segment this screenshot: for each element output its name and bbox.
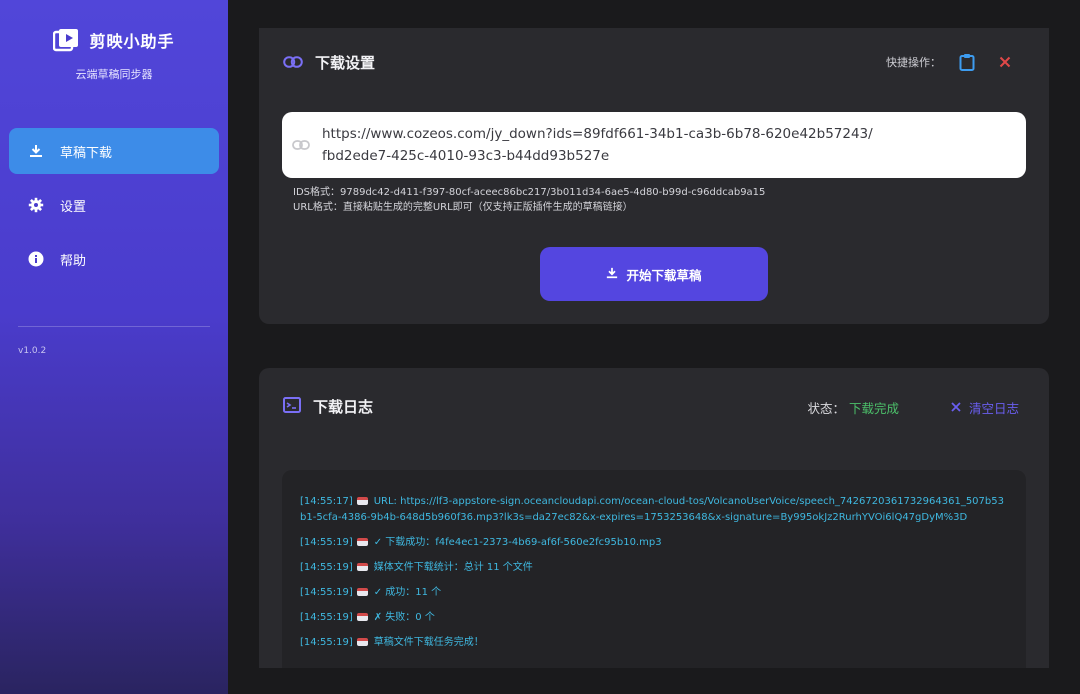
- start-download-label: 开始下载草稿: [626, 267, 702, 283]
- sidebar-item-label: 设置: [60, 199, 87, 215]
- version-label: v1.0.2: [18, 346, 47, 356]
- url-input[interactable]: https://www.cozeos.com/jy_down?ids=89fdf…: [282, 112, 1026, 178]
- panel-header: 下载日志: [283, 396, 373, 417]
- gear-icon: [28, 197, 44, 213]
- log-emoji-icon: [356, 588, 368, 596]
- log-line: [14:55:19] ✓ 成功：11 个: [300, 587, 442, 598]
- link-icon: [283, 53, 303, 72]
- panel-title: 下载日志: [313, 398, 374, 416]
- url-input-value[interactable]: https://www.cozeos.com/jy_down?ids=89fdf…: [322, 123, 1012, 167]
- log-line: [14:55:19] ✓ 下载成功：f4fe4ec1-2373-4b69-af6f…: [300, 537, 662, 548]
- sidebar-item-help[interactable]: 帮助: [9, 236, 219, 282]
- log-output[interactable]: [14:55:17] URL: https://lf3-appstore-sign…: [282, 470, 1026, 668]
- close-icon: [951, 400, 961, 415]
- close-icon[interactable]: [993, 50, 1017, 74]
- clear-log-label: 清空日志: [968, 401, 1019, 416]
- url-format-hint: URL格式：直接粘贴生成的完整URL即可（仅支持正版插件生成的草稿链接）: [293, 202, 633, 213]
- quick-actions: 快捷操作：: [886, 50, 1017, 74]
- terminal-icon: [283, 396, 301, 417]
- sidebar-nav: 草稿下载 设置 帮助: [9, 128, 219, 290]
- status-badge: 下载完成: [848, 401, 899, 416]
- app-title: 剪映小助手: [89, 32, 175, 51]
- log-emoji-icon: [356, 538, 368, 546]
- log-line: [14:55:19] 草稿文件下载任务完成！: [300, 637, 484, 648]
- panel-title: 下载设置: [315, 54, 376, 72]
- panel-header: 下载设置: [283, 52, 375, 73]
- download-icon: [606, 267, 618, 282]
- sidebar: 剪映小助手 云端草稿同步器 草稿下载 设置 帮助 v1.0.2: [0, 0, 228, 694]
- start-download-button[interactable]: 开始下载草稿: [540, 247, 768, 301]
- log-line: [14:55:19] ✗ 失败：0 个: [300, 612, 435, 623]
- log-line: [14:55:17] URL: https://lf3-appstore-sign…: [300, 496, 1004, 523]
- sidebar-divider: [18, 326, 210, 327]
- log-emoji-icon: [356, 497, 368, 505]
- sidebar-item-draft-download[interactable]: 草稿下载: [9, 128, 219, 174]
- paste-clipboard-icon[interactable]: [955, 50, 979, 74]
- link-icon: [292, 136, 310, 155]
- status-indicator: 状态： 下载完成: [807, 398, 899, 417]
- log-line: [14:55:19] 媒体文件下载统计：总计 11 个文件: [300, 562, 533, 573]
- ids-format-hint: IDS格式：9789dc42-d411-f397-80cf-aceec86bc2…: [293, 187, 766, 198]
- download-settings-panel: 下载设置 快捷操作： https://www.cozeos.com/jy_dow…: [259, 28, 1049, 324]
- sidebar-item-label: 草稿下载: [60, 145, 113, 161]
- video-logo-icon: [53, 28, 79, 52]
- log-emoji-icon: [356, 613, 368, 621]
- download-icon: [28, 143, 44, 159]
- clear-log-button[interactable]: 清空日志: [951, 398, 1019, 417]
- status-label: 状态：: [807, 401, 845, 416]
- quick-actions-label: 快捷操作：: [886, 56, 941, 69]
- log-emoji-icon: [356, 563, 368, 571]
- log-emoji-icon: [356, 638, 368, 646]
- sidebar-item-settings[interactable]: 设置: [9, 182, 219, 228]
- sidebar-item-label: 帮助: [60, 253, 87, 269]
- app-subtitle: 云端草稿同步器: [75, 68, 153, 81]
- info-icon: [28, 251, 44, 267]
- brand: 剪映小助手 云端草稿同步器: [0, 28, 228, 82]
- download-log-panel: 下载日志 状态： 下载完成 清空日志 [14:55:17] URL: https:/…: [259, 368, 1049, 668]
